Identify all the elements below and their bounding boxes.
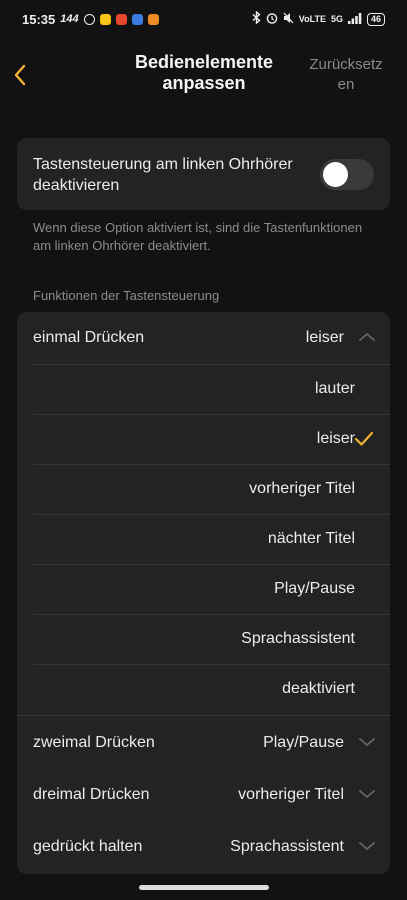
- control-row-single-press[interactable]: einmal Drücken leiser: [17, 312, 390, 364]
- checkmark-icon: [354, 431, 374, 446]
- app-notification-icon: [99, 13, 111, 25]
- reset-button[interactable]: Zurücksetz en: [303, 55, 389, 95]
- option-item[interactable]: nächter Titel: [33, 514, 390, 564]
- control-label: zweimal Drücken: [33, 734, 155, 751]
- app-notification-icon: [115, 13, 127, 25]
- toggle-hint: Wenn diese Option aktiviert ist, sind di…: [33, 220, 363, 253]
- control-value: Play/Pause: [263, 734, 344, 751]
- app-notification-icon: [147, 13, 159, 25]
- option-item-selected[interactable]: leiser: [33, 414, 390, 464]
- divider: [17, 715, 390, 716]
- page-title: Bedienelemente anpassen: [134, 52, 274, 93]
- control-row-long-press[interactable]: gedrückt halten Sprachassistent: [17, 821, 390, 873]
- option-item[interactable]: vorheriger Titel: [33, 464, 390, 514]
- control-label: dreimal Drücken: [33, 786, 150, 803]
- option-label: nächter Titel: [267, 530, 355, 547]
- option-label: Sprachassistent: [241, 630, 355, 647]
- disable-left-controls-card: Tastensteuerung am linken Ohrhörer deakt…: [17, 138, 390, 210]
- status-bar: 15:35 144 VoLTE 5G 46: [0, 0, 407, 38]
- control-row-double-press[interactable]: zweimal Drücken Play/Pause: [17, 717, 390, 769]
- signal-icon: [347, 12, 362, 27]
- network-type: VoLTE: [298, 14, 326, 24]
- chevron-down-icon: [359, 790, 375, 798]
- chevron-left-icon: [14, 64, 26, 86]
- chevron-down-icon: [359, 738, 375, 746]
- refresh-rate: 144: [60, 13, 79, 25]
- option-item[interactable]: deaktiviert: [33, 664, 390, 714]
- header: Bedienelemente anpassen Zurücksetz en: [0, 50, 407, 100]
- option-item[interactable]: lauter: [33, 364, 390, 414]
- back-button[interactable]: [10, 62, 32, 88]
- option-label: deaktiviert: [282, 680, 355, 697]
- control-label: gedrückt halten: [33, 838, 143, 855]
- status-left: 15:35 144: [22, 12, 159, 27]
- sync-icon: [83, 13, 95, 25]
- option-label: leiser: [316, 430, 355, 447]
- control-value: Sprachassistent: [230, 838, 344, 855]
- chevron-up-icon: [359, 333, 375, 341]
- controls-list: einmal Drücken leiser lauter leiser vorh…: [17, 312, 390, 874]
- alarm-icon: [266, 12, 278, 27]
- option-label: Play/Pause: [274, 580, 355, 597]
- home-indicator[interactable]: [139, 885, 269, 890]
- option-label: vorheriger Titel: [249, 480, 355, 497]
- control-row-triple-press[interactable]: dreimal Drücken vorheriger Titel: [17, 769, 390, 821]
- toggle-knob: [323, 162, 348, 187]
- control-label: einmal Drücken: [33, 329, 145, 346]
- disable-left-controls-toggle[interactable]: [320, 159, 374, 190]
- control-value: leiser: [305, 329, 344, 346]
- option-item[interactable]: Sprachassistent: [33, 614, 390, 664]
- chevron-down-icon: [359, 842, 375, 850]
- disable-left-controls-label: Tastensteuerung am linken Ohrhörer deakt…: [33, 156, 293, 194]
- bluetooth-icon: [252, 10, 261, 27]
- option-label: lauter: [314, 380, 355, 397]
- battery-indicator: 46: [366, 12, 385, 26]
- app-notification-icon: [131, 13, 143, 25]
- mute-icon: [283, 12, 294, 27]
- section-label: Funktionen der Tastensteuerung: [33, 288, 220, 303]
- signal-type: 5G: [330, 14, 343, 24]
- option-item[interactable]: Play/Pause: [33, 564, 390, 614]
- status-time: 15:35: [22, 11, 56, 27]
- control-value: vorheriger Titel: [238, 786, 344, 803]
- status-right: VoLTE 5G 46: [252, 10, 385, 27]
